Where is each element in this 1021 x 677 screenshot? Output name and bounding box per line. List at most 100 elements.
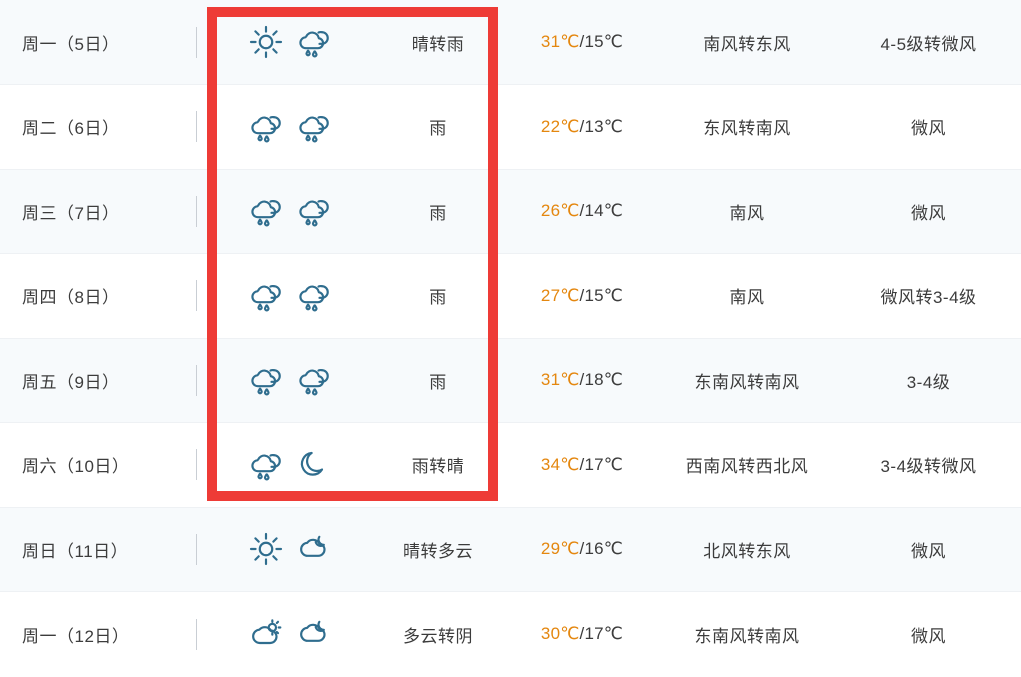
- temperature-cell: 22℃/13℃: [506, 85, 658, 170]
- temp-high: 22℃: [540, 116, 580, 136]
- day-label-cell: 周二（6日）: [0, 85, 182, 170]
- day-label: 周六（10日）: [22, 457, 130, 477]
- wind-direction: 东南风转南风: [694, 372, 800, 392]
- weather-forecast-table: 周一（5日） 晴转雨 31℃/15℃ 南风转东风 4-5级转微风 周二（6日） …: [0, 0, 1021, 676]
- day-label-cell: 周五（9日）: [0, 338, 182, 423]
- day-label-cell: 周三（7日）: [0, 169, 182, 254]
- temperature-cell: 34℃/17℃: [506, 423, 658, 508]
- weather-desc-cell: 雨转晴: [370, 423, 506, 508]
- wind-force-cell: 微风: [836, 169, 1021, 254]
- row-divider-cell: [182, 169, 210, 254]
- moon-icon: [294, 445, 334, 485]
- weather-desc-cell: 晴转多云: [370, 507, 506, 592]
- row-divider-cell: [182, 338, 210, 423]
- temp-high: 27℃: [540, 285, 580, 305]
- temp-high: 34℃: [540, 454, 580, 474]
- temperature-cell: 31℃/15℃: [506, 0, 658, 85]
- weather-forecast-page: 周一（5日） 晴转雨 31℃/15℃ 南风转东风 4-5级转微风 周二（6日） …: [0, 0, 1021, 677]
- weather-desc: 雨: [429, 372, 447, 392]
- forecast-row[interactable]: 周五（9日） 雨 31℃/18℃ 东南风转南风 3-4级: [0, 338, 1021, 423]
- wind-force-cell: 微风转3-4级: [836, 254, 1021, 339]
- vertical-divider: [195, 111, 197, 143]
- weather-icons-cell: [210, 423, 370, 508]
- weather-desc-cell: 雨: [370, 338, 506, 423]
- weather-desc: 雨: [429, 288, 447, 308]
- weather-desc: 多云转阴: [403, 626, 473, 646]
- wind-direction-cell: 东风转南风: [658, 85, 836, 170]
- weather-icons-cell: [210, 169, 370, 254]
- day-label: 周三（7日）: [22, 203, 120, 223]
- forecast-row[interactable]: 周日（11日） 晴转多云 29℃/16℃ 北风转东风 微风: [0, 507, 1021, 592]
- rain-cloud-icon: [294, 276, 334, 316]
- wind-direction-cell: 北风转东风: [658, 507, 836, 592]
- wind-direction: 东南风转南风: [694, 626, 800, 646]
- forecast-row[interactable]: 周四（8日） 雨 27℃/15℃ 南风 微风转3-4级: [0, 253, 1021, 339]
- weather-icon-pair: [210, 276, 370, 316]
- row-divider-cell: [182, 592, 210, 677]
- temp-high: 31℃: [540, 32, 580, 51]
- weather-desc: 晴转雨: [411, 34, 465, 54]
- temp-low: 16℃: [584, 539, 624, 559]
- forecast-row[interactable]: 周三（7日） 雨 26℃/14℃ 南风 微风: [0, 169, 1021, 254]
- weather-icons-cell: [210, 0, 370, 85]
- day-label: 周日（11日）: [22, 541, 129, 561]
- weather-icon-pair: [210, 22, 370, 62]
- forecast-row[interactable]: 周六（10日） 雨转晴 34℃/17℃ 西南风转西北风 3-4级转微风: [0, 422, 1021, 508]
- weather-icons-cell: [210, 592, 370, 677]
- cloud-moon-icon: [294, 529, 334, 569]
- weather-desc-cell: 多云转阴: [370, 592, 506, 677]
- temp-high: 29℃: [540, 539, 580, 559]
- vertical-divider: [195, 533, 197, 565]
- forecast-row[interactable]: 周一（5日） 晴转雨 31℃/15℃ 南风转东风 4-5级转微风: [0, 0, 1021, 85]
- wind-force: 4-5级转微风: [880, 34, 977, 54]
- temperature-cell: 26℃/14℃: [506, 169, 658, 254]
- wind-force-cell: 4-5级转微风: [836, 0, 1021, 85]
- wind-force-cell: 微风: [836, 507, 1021, 592]
- day-label: 周二（6日）: [22, 119, 120, 139]
- forecast-row[interactable]: 周一（12日） 多云转阴 30℃/17℃ 东南风转南风 微风: [0, 591, 1021, 677]
- weather-icons-cell: [210, 507, 370, 592]
- wind-force: 微风: [911, 626, 946, 646]
- day-label-cell: 周一（12日）: [0, 592, 182, 677]
- day-label-cell: 周六（10日）: [0, 423, 182, 508]
- weather-desc: 晴转多云: [403, 541, 473, 561]
- rain-cloud-icon: [246, 445, 286, 485]
- weather-icon-pair: [210, 529, 370, 569]
- wind-force: 微风: [911, 541, 946, 561]
- temp-high: 26℃: [540, 201, 580, 221]
- weather-icons-cell: [210, 85, 370, 170]
- vertical-divider: [195, 280, 197, 312]
- weather-desc: 雨: [429, 119, 447, 139]
- rain-cloud-icon: [294, 360, 334, 400]
- day-label: 周一（12日）: [22, 626, 130, 646]
- day-label-cell: 周四（8日）: [0, 254, 182, 339]
- wind-direction-cell: 南风: [658, 254, 836, 339]
- rain-cloud-icon: [294, 107, 334, 147]
- rain-cloud-icon: [294, 22, 334, 62]
- day-label-cell: 周日（11日）: [0, 507, 182, 592]
- wind-direction-cell: 西南风转西北风: [658, 423, 836, 508]
- wind-direction-cell: 东南风转南风: [658, 338, 836, 423]
- wind-direction: 东风转南风: [703, 119, 791, 139]
- weather-icons-cell: [210, 254, 370, 339]
- temp-high: 30℃: [540, 624, 580, 643]
- temperature-cell: 31℃/18℃: [506, 338, 658, 423]
- rain-cloud-icon: [246, 191, 286, 231]
- wind-direction-cell: 南风转东风: [658, 0, 836, 85]
- day-label: 周一（5日）: [22, 34, 120, 54]
- wind-force-cell: 微风: [836, 85, 1021, 170]
- wind-force: 微风: [911, 203, 946, 223]
- wind-direction: 南风转东风: [703, 34, 791, 54]
- day-label: 周四（8日）: [22, 288, 120, 308]
- sun-icon: [246, 22, 286, 62]
- rain-cloud-icon: [294, 191, 334, 231]
- row-divider-cell: [182, 85, 210, 170]
- sun-icon: [246, 529, 286, 569]
- cloud-sun-icon: [246, 614, 286, 654]
- day-label-cell: 周一（5日）: [0, 0, 182, 85]
- forecast-row[interactable]: 周二（6日） 雨 22℃/13℃ 东风转南风 微风: [0, 84, 1021, 170]
- wind-force: 微风转3-4级: [880, 288, 977, 308]
- wind-force-cell: 微风: [836, 592, 1021, 677]
- temperature-cell: 27℃/15℃: [506, 254, 658, 339]
- temp-low: 13℃: [584, 116, 624, 136]
